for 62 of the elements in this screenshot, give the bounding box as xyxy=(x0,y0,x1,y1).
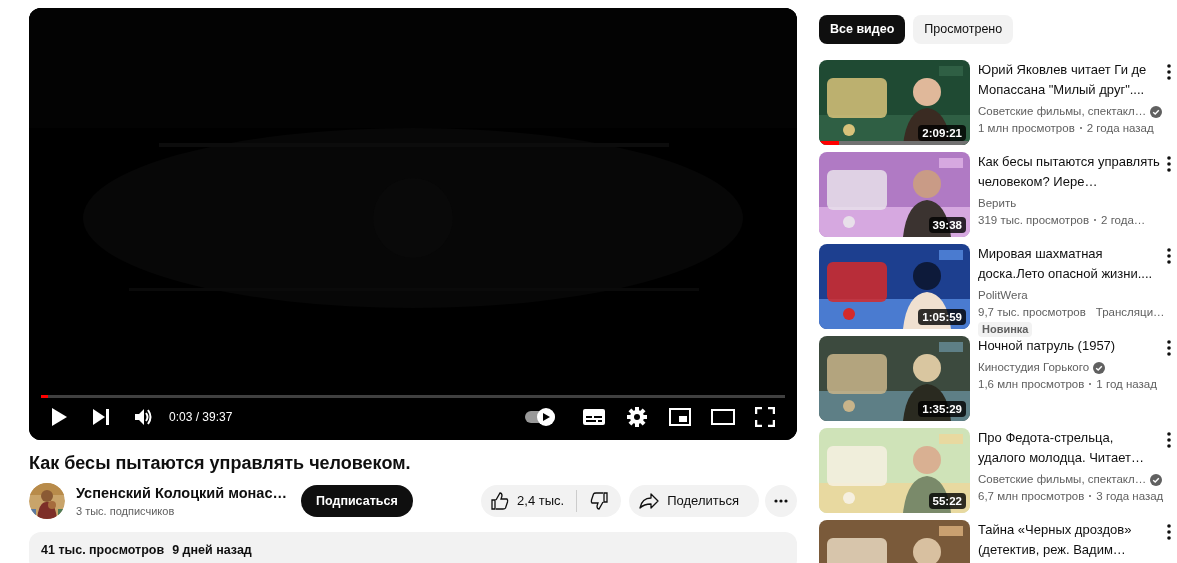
more-button[interactable] xyxy=(765,485,797,517)
video-title: Как бесы пытаются управлять человеком. xyxy=(29,452,412,475)
subscriber-count: 3 тыс. подписчиков xyxy=(76,504,176,519)
duration-badge: 1:05:59 xyxy=(918,309,966,325)
channel-name[interactable]: Киностудия Горького xyxy=(978,359,1090,376)
duration-badge: 55:22 xyxy=(928,493,966,509)
channel-name[interactable]: PolitWera xyxy=(978,287,1028,304)
view-count: 9,7 тыс. просмотров xyxy=(978,305,1086,320)
more-icon[interactable] xyxy=(1167,432,1171,448)
upload-date: Трансляци… xyxy=(1095,305,1165,320)
duration-badge: 1:35:29 xyxy=(918,401,966,417)
upload-date: 1 год назад xyxy=(1096,377,1157,392)
filter-chip[interactable]: Все видео xyxy=(819,15,906,44)
view-count: 319 тыс. просмотров xyxy=(978,213,1090,228)
more-icon[interactable] xyxy=(1167,64,1171,80)
play-icon xyxy=(542,413,550,421)
autoplay-toggle[interactable] xyxy=(525,411,555,423)
more-icon[interactable] xyxy=(1167,340,1171,356)
video-title[interactable]: Мировая шахматная доска.Лето опасной жизни.... xyxy=(978,244,1164,284)
channel-name[interactable]: Верить xyxy=(978,195,1017,212)
thumbs-down-icon xyxy=(590,492,609,510)
new-badge: Новинка xyxy=(978,322,1033,337)
upload-date: 3 года назад xyxy=(1096,489,1164,504)
upload-date: 2 года… xyxy=(1101,213,1146,228)
description-panel[interactable]: 41 тыс. просмотров 9 дней назад xyxy=(29,532,797,563)
like-button[interactable]: 2,4 тыс. xyxy=(481,485,577,517)
theater-mode-icon[interactable] xyxy=(711,409,735,425)
subscribe-button[interactable]: Подписаться xyxy=(301,485,413,517)
share-icon xyxy=(639,493,660,509)
progress-track[interactable] xyxy=(41,395,785,398)
video-title[interactable]: Тайна «Черных дроздов» (детектив, реж. Вадим… xyxy=(978,520,1164,560)
view-count: 1,6 млн просмотров xyxy=(978,377,1085,392)
channel-name[interactable]: Советские фильмы, спектакл… xyxy=(978,103,1147,120)
video-title[interactable]: Как бесы пытаются управлять человеком? Иере… xyxy=(978,152,1164,192)
view-count: 1 млн просмотров xyxy=(978,121,1075,136)
channel-name[interactable]: Советские фильмы, спектакл… xyxy=(978,471,1147,488)
more-icon[interactable] xyxy=(1167,156,1171,172)
video-player[interactable]: 0:03 / 39:37 xyxy=(29,8,797,440)
duration-badge: 2:09:21 xyxy=(918,125,966,141)
upload-date: 9 дней назад xyxy=(172,542,252,559)
share-button[interactable]: Поделиться xyxy=(629,485,759,517)
play-icon[interactable] xyxy=(51,408,67,426)
upload-date: 2 года назад xyxy=(1086,121,1154,136)
channel-name[interactable]: Успенский Колоцкий монас… xyxy=(76,483,287,503)
next-icon[interactable] xyxy=(93,409,109,425)
more-icon[interactable] xyxy=(1167,524,1171,540)
duration-badge: 39:38 xyxy=(928,217,966,233)
view-count: 6,7 млн просмотров xyxy=(978,489,1085,504)
time-display: 0:03 / 39:37 xyxy=(169,409,233,426)
thumbs-up-icon xyxy=(491,492,510,510)
miniplayer-icon[interactable] xyxy=(669,408,691,426)
view-count: 41 тыс. просмотров xyxy=(41,542,165,559)
video-title[interactable]: Про Федота-стрельца, удалого молодца. Читает… xyxy=(978,428,1164,468)
settings-icon[interactable] xyxy=(627,407,647,427)
more-icon xyxy=(774,499,788,503)
subtitles-icon[interactable] xyxy=(583,409,605,425)
video-title[interactable]: Юрий Яковлев читает Ги де Мопассана "Милый друг".... xyxy=(978,60,1164,100)
fullscreen-icon[interactable] xyxy=(755,407,775,427)
filter-chip[interactable]: Просмотрено xyxy=(913,15,1014,44)
video-title[interactable]: Ночной патруль (1957) xyxy=(978,336,1164,356)
volume-icon[interactable] xyxy=(135,409,153,425)
more-icon[interactable] xyxy=(1167,248,1171,264)
